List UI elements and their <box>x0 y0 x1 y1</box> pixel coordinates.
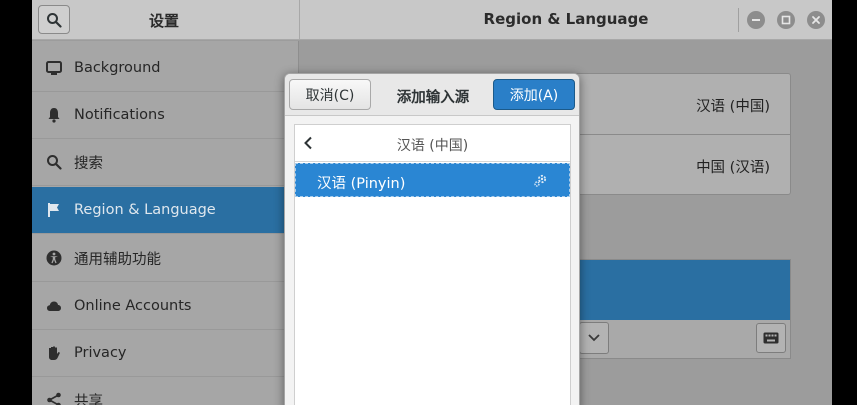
input-source-menu-button[interactable] <box>579 322 609 354</box>
list-item-label: 汉语 (Pinyin) <box>317 176 406 192</box>
dialog-title: 添加输入源 <box>396 90 470 106</box>
window-controls-separator <box>738 8 739 32</box>
close-icon <box>812 16 820 24</box>
chevron-down-icon <box>588 334 600 342</box>
sidebar-item-region-language[interactable]: Region & Language <box>32 187 299 234</box>
add-button[interactable]: 添加(A) <box>493 79 575 110</box>
dialog-header: 取消(C) 添加输入源 添加(A) <box>285 74 579 116</box>
sidebar-item-label: 通用辅助功能 <box>74 251 161 268</box>
search-button[interactable] <box>38 5 70 34</box>
sidebar-item-accessibility[interactable]: 通用辅助功能 <box>32 235 299 282</box>
header-bar: 设置 Region & Language <box>32 0 832 40</box>
minimize-icon <box>752 19 760 21</box>
sidebar: Background Notifications 搜索 Region & Lan… <box>32 41 299 405</box>
flag-icon <box>46 202 62 218</box>
bell-icon <box>46 107 62 123</box>
sidebar-item-online-accounts[interactable]: Online Accounts <box>32 283 299 330</box>
sidebar-item-notifications[interactable]: Notifications <box>32 92 299 139</box>
share-icon <box>46 392 62 405</box>
keyboard-icon <box>763 332 779 344</box>
sidebar-item-label: Notifications <box>74 107 165 123</box>
back-row-label: 汉语 (中国) <box>396 138 469 154</box>
list-item-pinyin[interactable]: 汉语 (Pinyin) <box>295 163 570 197</box>
close-button[interactable] <box>807 11 825 29</box>
sidebar-item-label: Background <box>74 60 161 76</box>
language-value: 汉语 (中国) <box>696 99 770 115</box>
keyboard-layout-button[interactable] <box>756 323 786 353</box>
sidebar-item-label: 共享 <box>74 393 103 405</box>
accessibility-icon <box>46 250 62 266</box>
sidebar-title: 设置 <box>149 12 180 30</box>
add-input-source-dialog: 取消(C) 添加输入源 添加(A) 汉语 (中国) 汉语 (Pinyin) <box>284 73 580 405</box>
minimize-button[interactable] <box>747 11 765 29</box>
settings-gear-icon <box>534 174 547 187</box>
search-icon <box>46 154 62 170</box>
formats-value: 中国 (汉语) <box>696 160 770 176</box>
sidebar-item-label: Online Accounts <box>74 298 192 314</box>
cancel-button[interactable]: 取消(C) <box>289 79 371 110</box>
sidebar-item-sharing[interactable]: 共享 <box>32 377 299 405</box>
maximize-button[interactable] <box>777 11 795 29</box>
maximize-icon <box>781 15 791 25</box>
search-icon <box>47 12 62 28</box>
cloud-icon <box>46 298 62 314</box>
sidebar-item-privacy[interactable]: Privacy <box>32 330 299 377</box>
hand-icon <box>46 345 62 361</box>
sidebar-item-label: 搜索 <box>74 155 103 172</box>
input-source-list: 汉语 (中国) 汉语 (Pinyin) <box>294 124 571 405</box>
sidebar-item-label: Privacy <box>74 345 127 361</box>
sidebar-item-background[interactable]: Background <box>32 45 299 92</box>
sidebar-item-search[interactable]: 搜索 <box>32 139 299 186</box>
sidebar-item-label: Region & Language <box>74 202 216 218</box>
display-icon <box>46 60 62 76</box>
back-row[interactable]: 汉语 (中国) <box>295 125 570 162</box>
